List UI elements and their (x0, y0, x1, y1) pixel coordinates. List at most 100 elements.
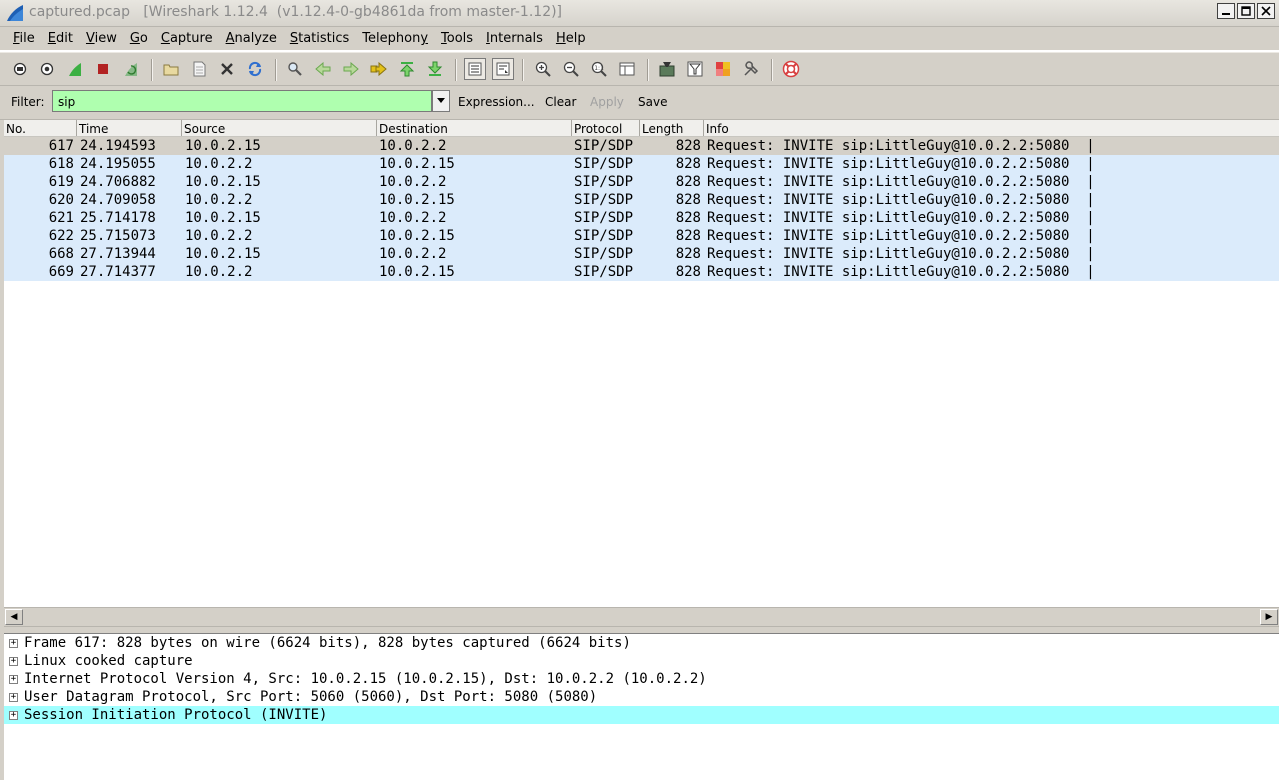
detail-tree-item[interactable]: + Internet Protocol Version 4, Src: 10.0.… (4, 670, 1279, 688)
coloring-rules-icon[interactable] (713, 59, 733, 79)
go-to-packet-icon[interactable] (369, 59, 389, 79)
toolbar-separator (771, 59, 773, 81)
expand-plus-icon[interactable]: + (9, 711, 18, 720)
capture-options-icon[interactable] (37, 59, 57, 79)
cell-len: 828 (675, 246, 701, 262)
cell-src: 10.0.2.2 (185, 228, 253, 244)
cell-proto: SIP/SDP (574, 246, 634, 262)
interface-list-icon[interactable] (10, 59, 30, 79)
table-row[interactable]: 620 24.709058 10.0.2.2 10.0.2.15 SIP/SDP 828 R… (4, 191, 1279, 209)
svg-text:1:1: 1:1 (594, 65, 604, 72)
scroll-left-icon[interactable]: ◀ (5, 609, 23, 625)
menu-statistics[interactable]: Statistics (283, 31, 355, 46)
go-back-icon[interactable] (313, 59, 333, 79)
table-row[interactable]: 621 25.714178 10.0.2.15 10.0.2.2 SIP/SDP 828 R… (4, 209, 1279, 227)
table-row[interactable]: 669 27.714377 10.0.2.2 10.0.2.15 SIP/SDP 828 R… (4, 263, 1279, 281)
clear-button[interactable]: Clear (545, 95, 576, 109)
find-packet-icon[interactable] (285, 59, 305, 79)
menu-help[interactable]: Help (549, 31, 592, 46)
colorize-icon[interactable] (464, 58, 486, 80)
detail-tree-item[interactable]: + Linux cooked capture (4, 652, 1279, 670)
detail-tree-item[interactable]: + Session Initiation Protocol (INVITE) (4, 706, 1279, 724)
menu-edit[interactable]: Edit (41, 31, 79, 46)
detail-label: Linux cooked capture (24, 653, 193, 669)
table-row[interactable]: 668 27.713944 10.0.2.15 10.0.2.2 SIP/SDP 828 R… (4, 245, 1279, 263)
help-icon[interactable] (781, 59, 801, 79)
expand-plus-icon[interactable]: + (9, 693, 18, 702)
scrollbar-thumb[interactable] (26, 609, 1256, 625)
close-icon[interactable] (1257, 3, 1275, 19)
detail-label: User Datagram Protocol, Src Port: 5060 (… (24, 689, 598, 705)
expand-plus-icon[interactable]: + (9, 675, 18, 684)
cell-src: 10.0.2.15 (185, 210, 261, 226)
column-header-time[interactable]: Time (76, 120, 181, 136)
save-filter-button[interactable]: Save (638, 95, 667, 109)
cell-proto: SIP/SDP (574, 264, 634, 280)
cell-info: Request: INVITE sip:LittleGuy@10.0.2.2:5… (707, 174, 1095, 190)
zoom-out-icon[interactable] (561, 59, 581, 79)
menu-file[interactable]: File (0, 31, 41, 46)
cell-time: 24.706882 (80, 174, 156, 190)
cell-src: 10.0.2.15 (185, 174, 261, 190)
reload-icon[interactable] (245, 59, 265, 79)
close-file-icon[interactable] (217, 59, 237, 79)
scroll-right-icon[interactable]: ▶ (1260, 609, 1278, 625)
expand-plus-icon[interactable]: + (9, 657, 18, 666)
capture-filters-icon[interactable] (657, 59, 677, 79)
table-row-selected[interactable]: 617 24.194593 10.0.2.15 10.0.2.2 SIP/SDP 828 R… (4, 137, 1279, 155)
cell-info: Request: INVITE sip:LittleGuy@10.0.2.2:5… (707, 264, 1095, 280)
filter-toolbar: Filter: sip Expression... Clear Apply Sa… (0, 86, 1279, 120)
detail-tree-item[interactable]: + User Datagram Protocol, Src Port: 5060 … (4, 688, 1279, 706)
column-header-no[interactable]: No. (4, 120, 76, 136)
save-file-icon[interactable] (189, 59, 209, 79)
column-header-info[interactable]: Info (703, 120, 1279, 136)
detail-tree-item[interactable]: + Frame 617: 828 bytes on wire (6624 bits… (4, 634, 1279, 652)
packet-details: + Frame 617: 828 bytes on wire (6624 bits… (4, 633, 1279, 781)
go-forward-icon[interactable] (341, 59, 361, 79)
filter-label: Filter: (11, 95, 45, 109)
menu-capture[interactable]: Capture (154, 31, 219, 46)
preferences-icon[interactable] (741, 59, 761, 79)
normal-size-icon[interactable]: 1:1 (589, 59, 609, 79)
cell-proto: SIP/SDP (574, 228, 634, 244)
wireshark-fin-icon (7, 5, 23, 21)
restart-capture-icon[interactable] (121, 59, 141, 79)
zoom-in-icon[interactable] (533, 59, 553, 79)
filter-history-dropdown[interactable] (432, 90, 450, 112)
stop-capture-icon[interactable] (93, 59, 113, 79)
cell-proto: SIP/SDP (574, 138, 634, 154)
column-header-source[interactable]: Source (181, 120, 376, 136)
expand-plus-icon[interactable]: + (9, 639, 18, 648)
minimize-icon[interactable] (1217, 3, 1235, 19)
display-filters-icon[interactable] (685, 59, 705, 79)
cell-time: 25.715073 (80, 228, 156, 244)
start-capture-icon[interactable] (65, 59, 85, 79)
auto-scroll-icon[interactable] (492, 58, 514, 80)
cell-no: 621 (48, 210, 74, 226)
menu-analyze[interactable]: Analyze (219, 31, 283, 46)
resize-columns-icon[interactable] (617, 59, 637, 79)
open-file-icon[interactable] (161, 59, 181, 79)
menu-telephony[interactable]: Telephony (355, 31, 434, 46)
expression-button[interactable]: Expression... (458, 95, 535, 109)
display-filter-input[interactable]: sip (52, 90, 432, 112)
column-header-length[interactable]: Length (639, 120, 703, 136)
cell-no: 617 (48, 138, 74, 154)
packet-list-scrollbar[interactable]: ◀ ▶ (4, 607, 1279, 627)
cell-dst: 10.0.2.2 (379, 138, 447, 154)
table-row[interactable]: 619 24.706882 10.0.2.15 10.0.2.2 SIP/SDP 828 R… (4, 173, 1279, 191)
menu-view[interactable]: View (79, 31, 123, 46)
table-row[interactable]: 618 24.195055 10.0.2.2 10.0.2.15 SIP/SDP 828 R… (4, 155, 1279, 173)
cell-time: 25.714178 (80, 210, 156, 226)
menu-internals[interactable]: Internals (479, 31, 549, 46)
maximize-icon[interactable] (1237, 3, 1255, 19)
table-row[interactable]: 622 25.715073 10.0.2.2 10.0.2.15 SIP/SDP 828 R… (4, 227, 1279, 245)
window-controls (1217, 3, 1275, 19)
apply-button[interactable]: Apply (590, 95, 624, 109)
first-packet-icon[interactable] (397, 59, 417, 79)
menu-tools[interactable]: Tools (434, 31, 479, 46)
column-header-destination[interactable]: Destination (376, 120, 571, 136)
column-header-protocol[interactable]: Protocol (571, 120, 639, 136)
menu-go[interactable]: Go (123, 31, 154, 46)
last-packet-icon[interactable] (425, 59, 445, 79)
